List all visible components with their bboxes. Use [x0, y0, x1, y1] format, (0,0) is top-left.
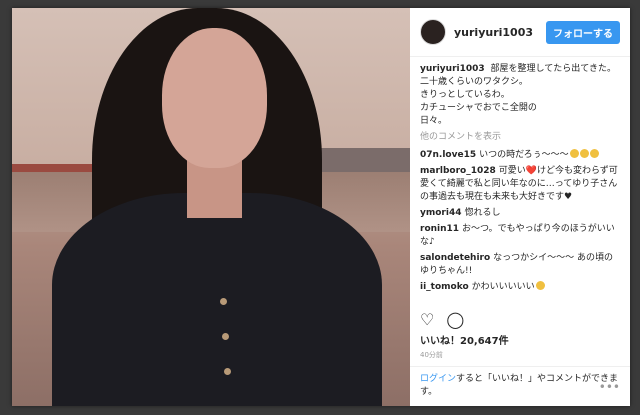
- comment-text: 惚れるし: [464, 208, 501, 218]
- smile-emoji-icon: [579, 149, 589, 158]
- smile-emoji-icon: [535, 281, 545, 290]
- post-header: yuriyuri1003 フォローする: [410, 8, 630, 57]
- action-bar: ♡ ◯: [420, 310, 464, 329]
- comment-text: かわいいいいい: [471, 282, 535, 292]
- more-comments-link[interactable]: 他のコメントを表示: [420, 131, 620, 144]
- comment-text: いつの時だろぅ〜〜〜: [479, 150, 569, 160]
- comment-username[interactable]: ii_tomoko: [420, 282, 469, 292]
- comment-icon[interactable]: ◯: [446, 310, 464, 329]
- avatar[interactable]: [420, 19, 446, 45]
- comment-item: ymori44 惚れるし: [420, 207, 620, 220]
- post-modal: yuriyuri1003 フォローする yuriyuri1003 部屋を整理して…: [12, 8, 630, 406]
- caption-line: 二十歳くらいのワタクシ。: [420, 77, 528, 87]
- likes-count[interactable]: いいね！20,647件: [420, 332, 509, 347]
- caption-line: きりっとしているわ。: [420, 90, 510, 100]
- comment-item: ii_tomoko かわいいいいい: [420, 281, 620, 294]
- post-photo[interactable]: [12, 8, 410, 406]
- caption: yuriyuri1003 部屋を整理してたら出てきた。 二十歳くらいのワタクシ。…: [420, 63, 620, 128]
- comment-item: salondetehiro なっつかシイ〜〜〜 あの頃のゆりちゃん!!: [420, 252, 620, 278]
- comment-item: ronin11 お〜つ。でもやっぱり今のほうがいいな♪: [420, 223, 620, 249]
- comment-username[interactable]: marlboro_1028: [420, 166, 496, 176]
- header-username[interactable]: yuriyuri1003: [454, 26, 533, 39]
- follow-button[interactable]: フォローする: [546, 20, 620, 44]
- heart-icon[interactable]: ♡: [420, 310, 434, 329]
- post-time: 40分前: [420, 351, 443, 359]
- caption-line: カチューシャでおでこ全開の: [420, 103, 537, 113]
- comment-username[interactable]: 07n.love15: [420, 150, 476, 160]
- comment-item: 07n.love15 いつの時だろぅ〜〜〜: [420, 149, 620, 162]
- caption-line: 部屋を整理してたら出てきた。: [490, 64, 616, 74]
- comment-username[interactable]: ymori44: [420, 208, 461, 218]
- login-link[interactable]: ログイン: [420, 374, 456, 384]
- ellipsis-icon[interactable]: •••: [599, 380, 620, 394]
- comment-list: yuriyuri1003 部屋を整理してたら出てきた。 二十歳くらいのワタクシ。…: [410, 57, 630, 297]
- caption-username[interactable]: yuriyuri1003: [420, 64, 485, 74]
- comment-username[interactable]: ronin11: [420, 224, 459, 234]
- post-sidebar: yuriyuri1003 フォローする yuriyuri1003 部屋を整理して…: [410, 8, 630, 406]
- comment-item: marlboro_1028 可愛い❤️けど今も変わらず可愛くて綺麗で私と同い年なの…: [420, 165, 620, 204]
- smile-emoji-icon: [589, 149, 599, 158]
- smile-emoji-icon: [569, 149, 579, 158]
- comment-username[interactable]: salondetehiro: [420, 253, 490, 263]
- login-footer: ログインすると「いいね！」やコメントができます。: [410, 366, 630, 399]
- caption-line: 日々。: [420, 116, 448, 126]
